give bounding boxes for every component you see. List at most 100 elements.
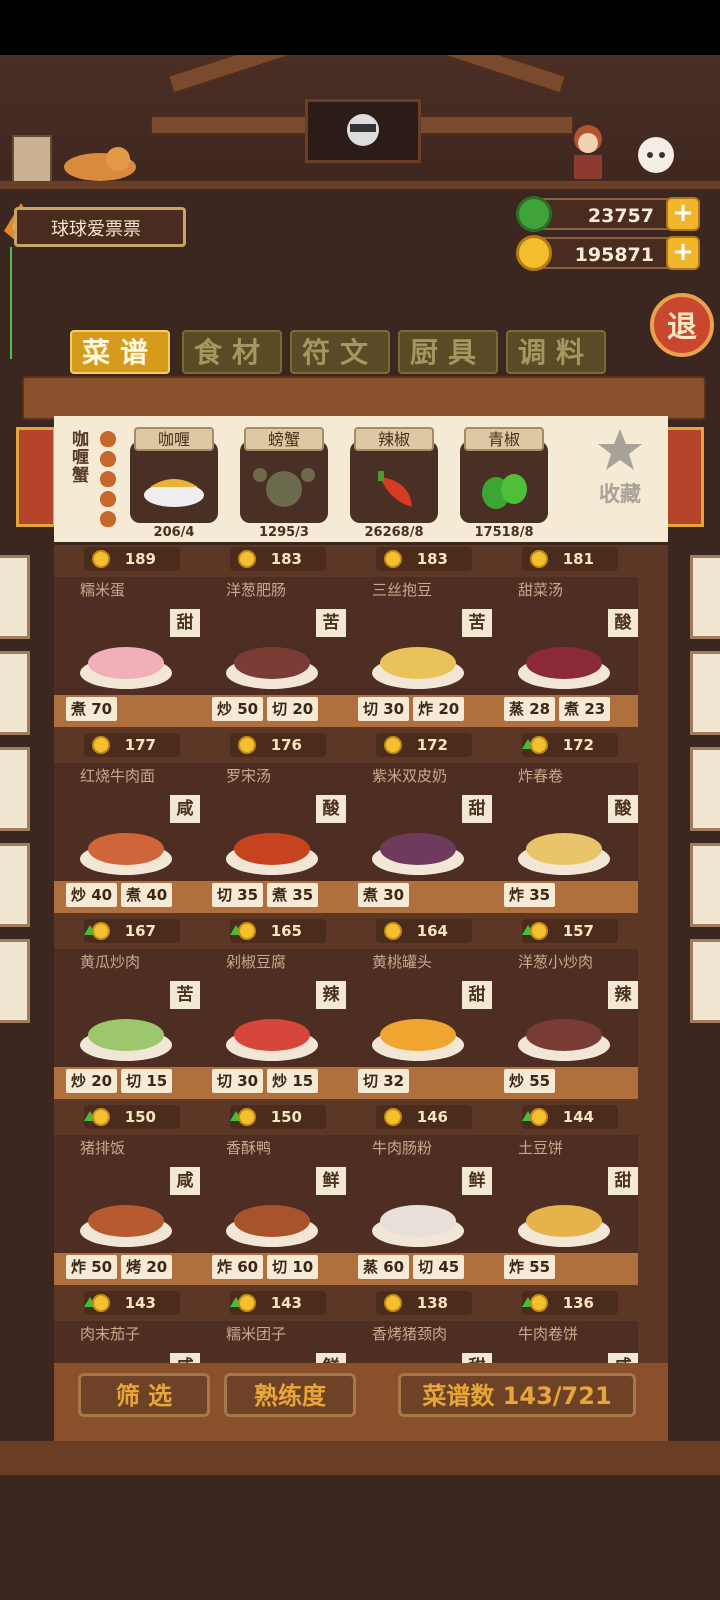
recipe-card-body: 洋葱小炒肉辣炒 55 (492, 949, 638, 1099)
recipe-price: 150 (84, 1105, 180, 1129)
game-screen: 球球爱票票 23757 + 195871 + 退 菜谱 食材 符文 厨具 调料 … (0, 55, 720, 1600)
recipe-price-value: 164 (416, 922, 448, 940)
dish-image-icon (80, 647, 172, 689)
tab-seasoning[interactable]: 调料 (506, 330, 606, 374)
recipe-card[interactable]: 157 洋葱小炒肉辣炒 55 (492, 917, 638, 1099)
recipe-card[interactable]: 172 炸春卷酸炸 35 (492, 731, 638, 913)
recipe-price-value: 167 (124, 922, 156, 940)
recipe-price-value: 146 (416, 1108, 448, 1126)
recipe-card[interactable]: 167 黄瓜炒肉苦炒 20 切 15 (54, 917, 200, 1099)
recipe-grid: 189 糯米蛋甜煮 70 183 洋葱肥肠苦炒 50 切 20 183 三丝抱豆苦切 30 炸… (54, 545, 668, 1471)
ingredient-slot-curry[interactable]: 咖喱 (130, 427, 218, 523)
recipe-price-value: 172 (416, 736, 448, 754)
recipe-card-body: 紫米双皮奶甜煮 30 (346, 763, 492, 913)
cooking-method-tags: 切 35 煮 35 (212, 883, 319, 907)
dish-image-icon (226, 1019, 318, 1061)
recipe-price-value: 144 (562, 1108, 594, 1126)
recipe-card[interactable]: 176 罗宋汤酸切 35 煮 35 (200, 731, 346, 913)
recipe-card[interactable]: 183 洋葱肥肠苦炒 50 切 20 (200, 545, 346, 727)
dish-image-icon (226, 833, 318, 875)
tab-recipes[interactable]: 菜谱 (70, 330, 170, 374)
recipe-count-display: 菜谱数 143/721 (398, 1373, 636, 1417)
recipe-card-body: 红烧牛肉面咸炒 40 煮 40 (54, 763, 200, 913)
recipe-name: 罗宋汤 (226, 767, 272, 785)
player-name[interactable]: 球球爱票票 (14, 207, 186, 247)
recipe-card[interactable]: 165 剁椒豆腐辣切 30 炒 15 (200, 917, 346, 1099)
add-green-button[interactable]: + (666, 197, 700, 231)
right-door-panel (690, 843, 720, 927)
recipe-card-body: 三丝抱豆苦切 30 炸 20 (346, 577, 492, 727)
recipe-card[interactable]: 150 香酥鸭鲜炸 60 切 10 (200, 1103, 346, 1285)
recipe-price-value: 177 (124, 736, 156, 754)
recipe-card-body: 猪排饭咸炸 50 烤 20 (54, 1135, 200, 1285)
recipe-name: 洋葱肥肠 (226, 581, 287, 599)
recipe-card[interactable]: 183 三丝抱豆苦切 30 炸 20 (346, 545, 492, 727)
recipe-price-value: 150 (270, 1108, 302, 1126)
dish-image-icon (80, 1019, 172, 1061)
ingredient-slot-green-pepper[interactable]: 青椒 (460, 427, 548, 523)
acorn-icon (100, 471, 116, 487)
recipe-price: 136 (522, 1291, 618, 1315)
recipe-name: 香酥鸭 (226, 1139, 272, 1157)
recipe-card[interactable]: 177 红烧牛肉面咸炒 40 煮 40 (54, 731, 200, 913)
ingredient-image-box (460, 441, 548, 523)
exit-button[interactable]: 退 (650, 293, 714, 357)
dish-image-icon (372, 647, 464, 689)
dish-image-icon (518, 833, 610, 875)
filter-button[interactable]: 筛 选 (78, 1373, 210, 1417)
recipe-card[interactable]: 150 猪排饭咸炸 50 烤 20 (54, 1103, 200, 1285)
cooking-method-tags: 炸 50 烤 20 (66, 1255, 173, 1279)
cooking-method-tags: 切 32 (358, 1069, 410, 1093)
recipe-price-value: 181 (562, 550, 594, 568)
cooking-method-tag: 切 45 (413, 1255, 465, 1279)
recipe-card-body: 甜菜汤酸蒸 28 煮 23 (492, 577, 638, 727)
ingredient-slot-crab[interactable]: 螃蟹 (240, 427, 328, 523)
recipe-price-value: 138 (416, 1294, 448, 1312)
recipe-price: 167 (84, 919, 180, 943)
coin-icon (238, 550, 256, 568)
recipe-card[interactable]: 144 土豆饼甜炸 55 (492, 1103, 638, 1285)
roof-beam-right (309, 55, 568, 95)
paw-jar (12, 135, 52, 183)
dish-image-icon (80, 833, 172, 875)
white-cat (632, 133, 680, 181)
recipe-card[interactable]: 146 牛肉肠粉鲜蒸 60 切 45 (346, 1103, 492, 1285)
chef-character (566, 121, 610, 181)
favorite-button[interactable]: 收藏 (590, 427, 650, 507)
ingredient-image-box (350, 441, 438, 523)
recipe-price: 164 (376, 919, 472, 943)
recipe-price-value: 172 (562, 736, 594, 754)
coin-icon (238, 1294, 256, 1312)
coin-icon (92, 1294, 110, 1312)
current-dish-label: 咖喱蟹 (72, 430, 89, 486)
cat-sleeping (60, 145, 140, 181)
tab-ingredients[interactable]: 食材 (182, 330, 282, 374)
coin-icon (530, 736, 548, 754)
tab-kitchenware[interactable]: 厨具 (398, 330, 498, 374)
acorn-icon (100, 451, 116, 467)
recipe-card[interactable]: 181 甜菜汤酸蒸 28 煮 23 (492, 545, 638, 727)
tab-runes[interactable]: 符文 (290, 330, 390, 374)
cooking-method-tags: 蒸 60 切 45 (358, 1255, 465, 1279)
cooking-method-tag: 炒 40 (66, 883, 118, 907)
mastery-button[interactable]: 熟练度 (224, 1373, 356, 1417)
recipe-card-body: 剁椒豆腐辣切 30 炒 15 (200, 949, 346, 1099)
cooking-method-tags: 炸 60 切 10 (212, 1255, 319, 1279)
ingredient-name: 青椒 (464, 427, 544, 451)
ingredient-slot-chili[interactable]: 辣椒 (350, 427, 438, 523)
star-icon (598, 429, 642, 470)
recipe-card[interactable]: 189 糯米蛋甜煮 70 (54, 545, 200, 727)
recipe-price: 143 (230, 1291, 326, 1315)
add-gold-button[interactable]: + (666, 236, 700, 270)
ingredient-name: 咖喱 (134, 427, 214, 451)
cooking-method-tag: 煮 30 (358, 883, 410, 907)
recipe-price-value: 183 (416, 550, 448, 568)
recipe-card[interactable]: 164 黄桃罐头甜切 32 (346, 917, 492, 1099)
recipe-card[interactable]: 172 紫米双皮奶甜煮 30 (346, 731, 492, 913)
cooking-method-tags: 炒 50 切 20 (212, 697, 319, 721)
green-pepper-icon (482, 474, 527, 509)
red-pepper-icon (378, 471, 412, 507)
recipe-price-value: 143 (124, 1294, 156, 1312)
recipe-name: 肉末茄子 (80, 1325, 141, 1343)
right-door-panel (690, 747, 720, 831)
